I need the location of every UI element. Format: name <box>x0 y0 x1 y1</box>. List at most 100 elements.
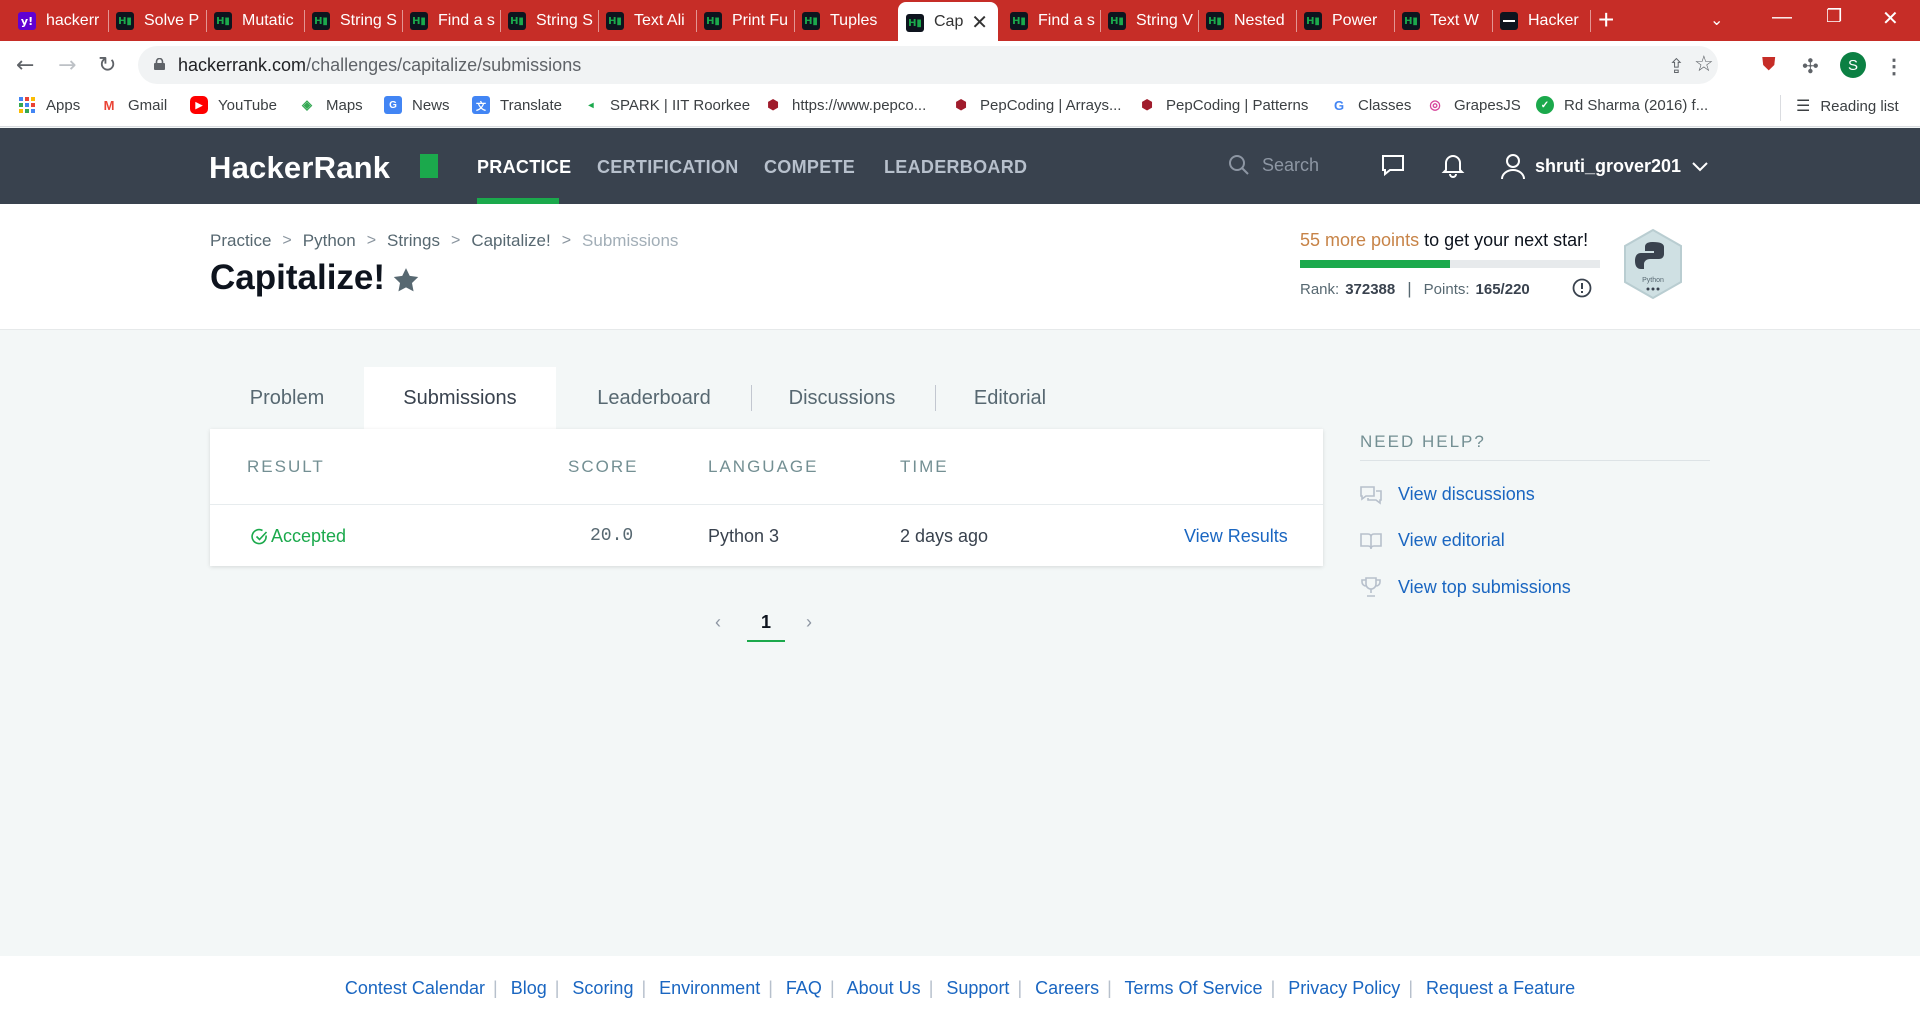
bookmark-youtube[interactable]: ▶ YouTube <box>190 96 277 114</box>
python-badge[interactable]: Python <box>1621 228 1685 300</box>
restore-icon[interactable]: ❐ <box>1826 6 1842 27</box>
nav-practice[interactable]: PRACTICE <box>477 157 571 178</box>
footer-link-about-us[interactable]: About Us <box>847 978 921 998</box>
bookmark-maps[interactable]: ◈ Maps <box>298 96 363 114</box>
view-editorial-link[interactable]: View editorial <box>1360 530 1505 551</box>
browser-tab[interactable]: H▮ Text W <box>1394 0 1489 41</box>
footer-link-environment[interactable]: Environment <box>659 978 760 998</box>
nav-leaderboard[interactable]: LEADERBOARD <box>884 157 1027 178</box>
profile-avatar[interactable]: S <box>1840 52 1866 78</box>
user-avatar-icon[interactable] <box>1500 152 1526 180</box>
tab-search-icon[interactable]: ⌄ <box>1710 10 1723 30</box>
url-host: hackerrank.com <box>178 55 307 75</box>
bookmark-classes[interactable]: G Classes <box>1330 96 1411 114</box>
browser-tab[interactable]: H▮ Find a s <box>402 0 497 41</box>
footer-link-support[interactable]: Support <box>946 978 1009 998</box>
browser-tab-active[interactable]: H▮ Cap ✕ <box>898 2 998 41</box>
footer-link-contest-calendar[interactable]: Contest Calendar <box>345 978 485 998</box>
breadcrumb-practice[interactable]: Practice <box>210 231 271 251</box>
close-window-icon[interactable]: ✕ <box>1882 6 1899 31</box>
bookmark-gmail[interactable]: M Gmail <box>100 96 168 114</box>
footer-link-terms[interactable]: Terms Of Service <box>1125 978 1263 998</box>
forward-icon[interactable]: → <box>58 53 76 78</box>
hackerrank-icon: H▮ <box>606 12 624 30</box>
notifications-bell-icon[interactable] <box>1440 152 1466 178</box>
info-icon[interactable] <box>1572 278 1592 298</box>
bookmark-pepcoding-patterns[interactable]: ⬢ PepCoding | Patterns <box>1138 96 1308 114</box>
points-value: 165/220 <box>1475 280 1530 298</box>
bookmark-apps[interactable]: Apps <box>18 96 80 114</box>
minimize-icon[interactable]: — <box>1772 6 1792 29</box>
tab-problem[interactable]: Problem <box>210 367 364 429</box>
hackerrank-icon: H▮ <box>410 12 428 30</box>
share-icon[interactable]: ⇪ <box>1668 54 1685 79</box>
browser-tab[interactable]: H▮ Nested <box>1198 0 1293 41</box>
footer-link-privacy[interactable]: Privacy Policy <box>1288 978 1400 998</box>
view-top-submissions-link[interactable]: View top submissions <box>1360 576 1571 598</box>
browser-tab[interactable]: H▮ Mutatic <box>206 0 301 41</box>
bookmark-star-icon[interactable] <box>392 267 420 293</box>
nav-certification[interactable]: CERTIFICATION <box>597 157 739 178</box>
messages-icon[interactable] <box>1380 152 1406 178</box>
browser-tab[interactable]: H▮ Solve P <box>108 0 203 41</box>
tab-submissions[interactable]: Submissions <box>364 367 556 429</box>
tab-leaderboard[interactable]: Leaderboard <box>574 367 734 429</box>
nav-compete[interactable]: COMPETE <box>764 157 855 178</box>
bookmark-spark[interactable]: ◂ SPARK | IIT Roorkee <box>582 96 750 114</box>
view-results-link[interactable]: View Results <box>1184 526 1288 547</box>
close-tab-icon[interactable]: ✕ <box>971 10 988 35</box>
bookmark-pepcoding-arrays[interactable]: ⬢ PepCoding | Arrays... <box>952 96 1121 114</box>
browser-tab[interactable]: H▮ String S <box>304 0 399 41</box>
browser-tab[interactable]: H▮ String V <box>1100 0 1195 41</box>
breadcrumb: Practice > Python > Strings > Capitalize! > … <box>210 231 679 251</box>
browser-tab[interactable]: H▮ String S <box>500 0 595 41</box>
new-tab-button[interactable]: + <box>1598 4 1614 36</box>
extensions-puzzle-icon[interactable]: ✣ <box>1802 54 1819 79</box>
page-title: Capitalize! <box>210 258 386 297</box>
browser-tab[interactable]: H▮ Text Ali <box>598 0 693 41</box>
extension-shield-icon[interactable]: ⛊ <box>1762 54 1776 75</box>
bookmark-translate[interactable]: 文 Translate <box>472 96 562 114</box>
footer-link-blog[interactable]: Blog <box>511 978 547 998</box>
footer-link-request-feature[interactable]: Request a Feature <box>1426 978 1575 998</box>
footer-link-faq[interactable]: FAQ <box>786 978 822 998</box>
hackerrank-icon: H▮ <box>1304 12 1322 30</box>
browser-menu-icon[interactable]: ⋮ <box>1884 54 1904 79</box>
breadcrumb-python[interactable]: Python <box>303 231 356 251</box>
back-icon[interactable]: ← <box>16 53 34 78</box>
username[interactable]: shruti_grover201 <box>1535 156 1681 177</box>
bookmark-rd-sharma[interactable]: ✓ Rd Sharma (2016) f... <box>1536 96 1708 114</box>
breadcrumb-strings[interactable]: Strings <box>387 231 440 251</box>
browser-tab[interactable]: H▮ Find a s <box>1002 0 1097 41</box>
reload-icon[interactable]: ↻ <box>98 53 116 78</box>
view-discussions-link[interactable]: View discussions <box>1360 484 1535 505</box>
book-icon <box>1360 532 1382 549</box>
pagination-page-current[interactable]: 1 <box>761 612 771 633</box>
chevron-down-icon[interactable] <box>1692 162 1708 172</box>
bookmark-grapesjs[interactable]: ◎ GrapesJS <box>1426 96 1520 114</box>
bookmark-news[interactable]: G News <box>384 96 450 114</box>
browser-tab[interactable]: Hacker <box>1492 0 1587 41</box>
breadcrumb-capitalize[interactable]: Capitalize! <box>471 231 550 251</box>
column-header-time: TIME <box>900 457 949 476</box>
search-field[interactable]: Search <box>1228 154 1319 176</box>
bookmark-pepcoding[interactable]: ⬢ https://www.pepco... <box>764 96 926 114</box>
hackerrank-icon: H▮ <box>508 12 526 30</box>
news-icon: G <box>384 96 402 114</box>
pagination-prev[interactable]: ‹ <box>715 612 721 633</box>
tab-discussions[interactable]: Discussions <box>766 367 918 429</box>
hackerrank-logo[interactable]: HackerRank <box>209 150 390 186</box>
pagination-next[interactable]: › <box>806 612 812 633</box>
bookmark-star-icon[interactable]: ☆ <box>1694 51 1714 77</box>
browser-tab[interactable]: H▮ Power <box>1296 0 1391 41</box>
tab-editorial[interactable]: Editorial <box>950 367 1070 429</box>
browser-tab[interactable]: H▮ Tuples <box>794 0 889 41</box>
url-field[interactable]: hackerrank.com/challenges/capitalize/sub… <box>138 46 1718 84</box>
browser-tab[interactable]: y! hackerr <box>10 0 105 41</box>
browser-tab[interactable]: H▮ Print Fu <box>696 0 791 41</box>
rank-points-line: Rank: 372388 | Points: 165/220 <box>1300 279 1530 298</box>
translate-icon: 文 <box>472 96 490 114</box>
reading-list-button[interactable]: ☰ Reading list <box>1796 96 1899 116</box>
footer-link-scoring[interactable]: Scoring <box>572 978 633 998</box>
footer-link-careers[interactable]: Careers <box>1035 978 1099 998</box>
